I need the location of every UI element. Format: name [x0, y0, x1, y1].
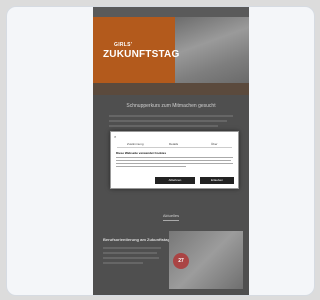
news-card-line — [103, 252, 157, 254]
close-icon[interactable]: × — [114, 134, 116, 139]
tab-divider — [117, 147, 232, 148]
section-heading: Schnupperkurs zum Mitmachen gesucht — [126, 103, 216, 109]
tab-consent[interactable]: Zustimmung — [127, 142, 144, 146]
hero-banner[interactable]: GIRLS' ZUKUNFTSTAG — [93, 17, 249, 95]
allow-button[interactable]: Erlauben — [200, 177, 234, 184]
browser-status-bar — [93, 7, 249, 17]
deny-button[interactable]: Ablehnen — [155, 177, 195, 184]
section-text — [109, 115, 233, 130]
consent-title: Diese Webseite verwendet Cookies — [116, 151, 167, 155]
news-card-title: Berufsorientierung am Zukunftstag — [103, 237, 170, 242]
consent-tabs: Zustimmung Details Über — [111, 142, 238, 146]
news-card-line — [103, 247, 161, 249]
news-heading: Aktuelles — [93, 213, 249, 221]
consent-text — [116, 157, 233, 169]
hero-badge: GIRLS' — [114, 42, 133, 48]
tab-about[interactable]: Über — [211, 142, 218, 146]
news-card-badge: 27 — [173, 253, 189, 269]
hero-photo — [175, 17, 249, 83]
device-frame: GIRLS' ZUKUNFTSTAG Schnupperkurs zum Mit… — [6, 6, 315, 296]
tab-details[interactable]: Details — [169, 142, 178, 146]
hero-title: ZUKUNFTSTAG — [103, 49, 180, 60]
news-card[interactable]: Berufsorientierung am Zukunftstag 27 — [103, 231, 243, 289]
news-card-line — [103, 262, 143, 264]
news-heading-text: Aktuelles — [162, 213, 180, 218]
news-heading-underline — [163, 220, 179, 221]
news-card-line — [103, 257, 159, 259]
cookie-consent-dialog: × Zustimmung Details Über Diese Webseite… — [110, 131, 239, 189]
